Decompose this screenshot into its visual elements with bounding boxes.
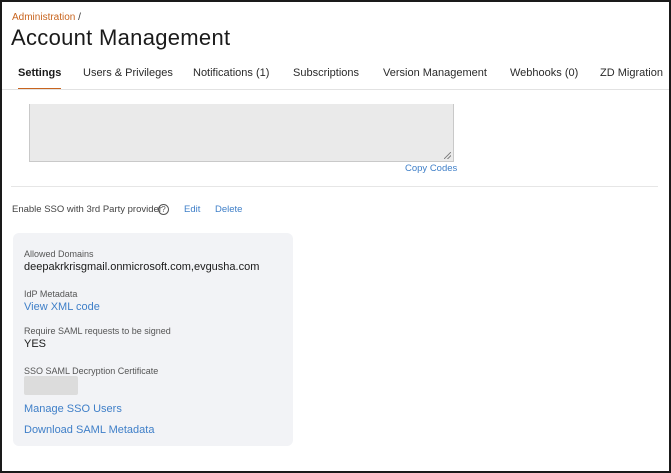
page-title: Account Management: [11, 25, 231, 50]
codes-textarea[interactable]: [29, 104, 454, 162]
tab-notifications[interactable]: Notifications (1): [193, 67, 269, 89]
allowed-domains-value: deepakrkrisgmail.onmicrosoft.com,evgusha…: [24, 261, 260, 273]
tab-settings[interactable]: Settings: [18, 67, 62, 89]
view-xml-code-link[interactable]: View XML code: [24, 301, 100, 313]
allowed-domains-label: Allowed Domains: [24, 249, 94, 259]
download-saml-metadata-link[interactable]: Download SAML Metadata: [24, 424, 154, 436]
decryption-cert-redacted: [24, 376, 78, 395]
sso-enable-label: Enable SSO with 3rd Party provider: [12, 204, 162, 215]
decryption-cert-label: SSO SAML Decryption Certificate: [24, 366, 159, 376]
copy-codes-link[interactable]: Copy Codes: [405, 163, 457, 174]
help-icon[interactable]: ?: [158, 204, 169, 215]
sso-details-card: Allowed Domains deepakrkrisgmail.onmicro…: [13, 233, 293, 446]
tab-subscriptions[interactable]: Subscriptions: [293, 67, 359, 89]
sso-edit-link[interactable]: Edit: [184, 204, 200, 215]
manage-sso-users-link[interactable]: Manage SSO Users: [24, 403, 122, 415]
require-saml-label: Require SAML requests to be signed: [24, 326, 171, 336]
section-divider: [11, 186, 658, 187]
sso-delete-link[interactable]: Delete: [215, 204, 242, 215]
breadcrumb-administration-link[interactable]: Administration: [12, 12, 75, 23]
tab-bar: Settings Users & Privileges Notification…: [0, 62, 671, 90]
tab-version-management[interactable]: Version Management: [383, 67, 487, 89]
idp-metadata-label: IdP Metadata: [24, 289, 78, 299]
tab-zd-migration[interactable]: ZD Migration: [600, 67, 663, 89]
breadcrumb: Administration /: [12, 12, 81, 23]
tab-users-privileges[interactable]: Users & Privileges: [83, 67, 173, 89]
breadcrumb-separator: /: [78, 12, 81, 23]
resize-handle[interactable]: [444, 152, 451, 159]
require-saml-value: YES: [24, 338, 47, 350]
tab-webhooks[interactable]: Webhooks (0): [510, 67, 578, 89]
